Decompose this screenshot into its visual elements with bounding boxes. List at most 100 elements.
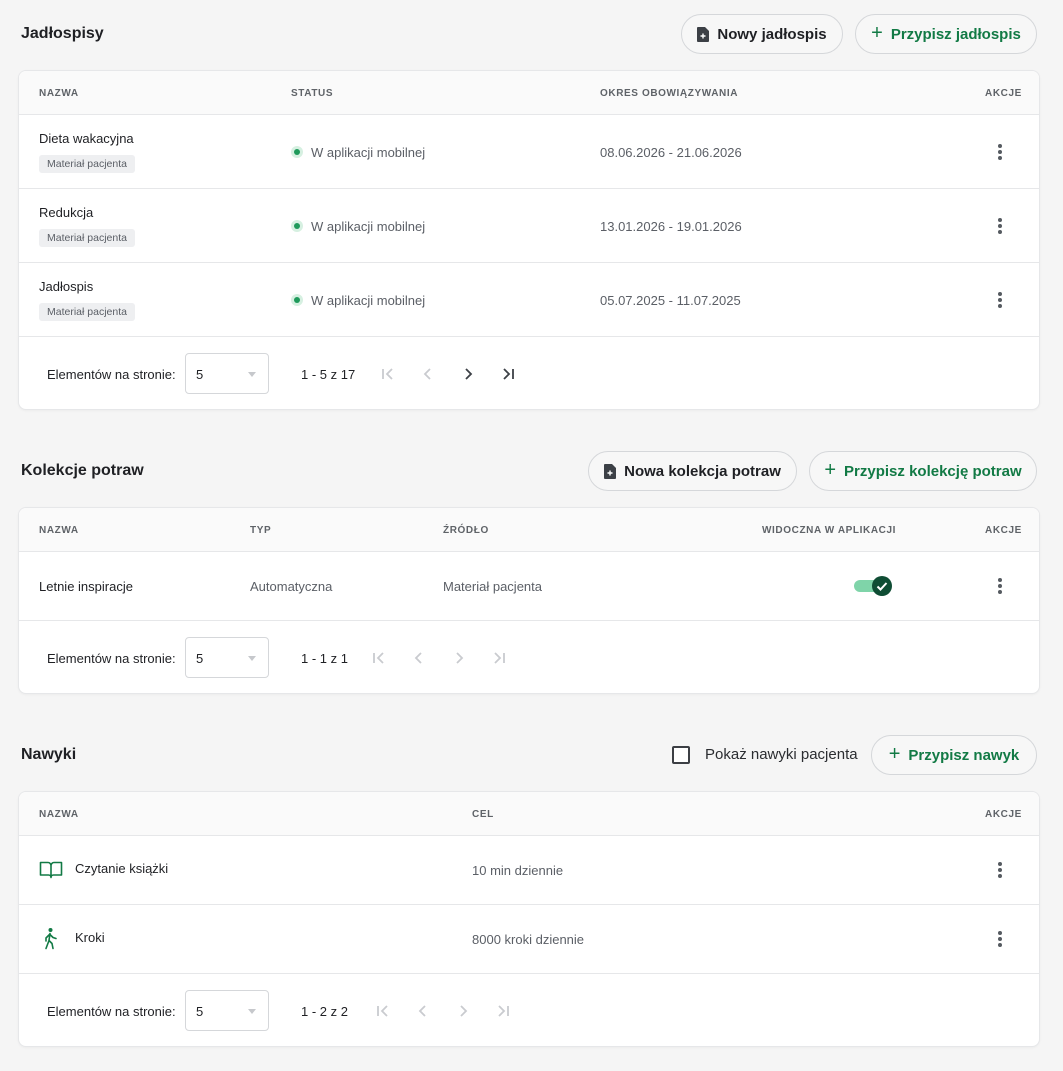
assign-collection-button[interactable]: + Przypisz kolekcję potraw [809,451,1037,491]
collection-source: Materiał pacjenta [443,579,542,594]
more-actions-icon[interactable] [997,292,1003,308]
prev-page-icon[interactable] [410,649,428,667]
plus-icon: + [824,459,837,481]
assign-habit-button-label: Przypisz nawyk [908,746,1020,764]
collections-table-header: NAZWA TYP ŹRÓDŁO WIDOCZNA W APLIKACJI AK… [19,508,1039,552]
per-page-select[interactable]: 5 [185,353,269,394]
status-dot-icon [291,220,303,232]
menu-status: W aplikacji mobilnej [311,293,426,308]
menu-name: Dieta wakacyjna [39,131,134,146]
collection-name: Letnie inspiracje [39,579,133,594]
menus-table-header: NAZWA STATUS OKRES OBOWIĄZYWANIA AKCJE [19,71,1039,115]
new-document-icon [604,463,617,479]
table-row[interactable]: Dieta wakacyjna Materiał pacjenta W apli… [19,115,1039,189]
per-page-value: 5 [196,367,204,382]
per-page-value: 5 [196,1004,204,1019]
menu-name: Redukcja [39,205,94,220]
habits-table-header: NAZWA CEL AKCJE [19,792,1039,836]
col-name: NAZWA [39,88,79,99]
collections-table: NAZWA TYP ŹRÓDŁO WIDOCZNA W APLIKACJI AK… [18,507,1040,694]
pagination: Elementów na stronie: 5 1 - 2 z 2 [19,975,1039,1046]
visible-in-app-toggle[interactable] [854,576,892,596]
menu-period: 13.01.2026 - 19.01.2026 [600,219,742,234]
assign-collection-button-label: Przypisz kolekcję potraw [844,462,1022,480]
collection-type: Automatyczna [250,579,333,594]
more-actions-icon[interactable] [997,931,1003,947]
table-row[interactable]: Redukcja Materiał pacjenta W aplikacji m… [19,189,1039,263]
per-page-select[interactable]: 5 [185,990,269,1031]
col-visible: WIDOCZNA W APLIKACJI [762,525,897,536]
assign-habit-button[interactable]: + Przypisz nawyk [871,735,1037,775]
next-page-icon[interactable] [459,365,477,383]
first-page-icon[interactable] [374,1002,392,1020]
new-collection-button[interactable]: Nowa kolekcja potraw [588,451,797,491]
last-page-icon[interactable] [490,649,508,667]
pagination: Elementów na stronie: 5 1 - 5 z 17 [19,338,1039,409]
more-actions-icon[interactable] [997,144,1003,160]
col-actions: AKCJE [985,809,1022,820]
more-actions-icon[interactable] [997,218,1003,234]
habit-name: Czytanie książki [75,861,169,876]
chevron-down-icon [248,372,256,377]
habits-section-title: Nawyki [21,746,77,763]
col-actions: AKCJE [985,525,1022,536]
plus-icon: + [888,743,901,765]
show-patient-habits-label[interactable]: Pokaż nawyki pacjenta [705,746,858,763]
status-dot-icon [291,294,303,306]
status-dot-icon [291,146,303,158]
prev-page-icon[interactable] [419,365,437,383]
toggle-knob [872,576,892,596]
next-page-icon[interactable] [450,649,468,667]
material-tag: Materiał pacjenta [39,155,135,173]
next-page-icon[interactable] [454,1002,472,1020]
show-patient-habits-checkbox[interactable] [672,746,690,764]
per-page-value: 5 [196,651,204,666]
habit-name: Kroki [75,930,105,945]
per-page-label: Elementów na stronie: [47,1004,176,1019]
more-actions-icon[interactable] [997,862,1003,878]
last-page-icon[interactable] [494,1002,512,1020]
assign-menu-button[interactable]: + Przypisz jadłospis [855,14,1037,54]
more-actions-icon[interactable] [997,578,1003,594]
table-row[interactable]: Kroki 8000 kroki dziennie [19,905,1039,974]
page-range: 1 - 5 z 17 [301,367,356,382]
book-icon [39,861,63,879]
last-page-icon[interactable] [499,365,517,383]
col-type: TYP [250,525,272,536]
prev-page-icon[interactable] [414,1002,432,1020]
per-page-label: Elementów na stronie: [47,367,176,382]
new-menu-button[interactable]: Nowy jadłospis [681,14,843,54]
pagination: Elementów na stronie: 5 1 - 1 z 1 [19,622,1039,693]
page-range: 1 - 2 z 2 [301,1004,348,1019]
menus-table: NAZWA STATUS OKRES OBOWIĄZYWANIA AKCJE D… [18,70,1040,410]
new-collection-button-label: Nowa kolekcja potraw [624,462,781,480]
col-actions: AKCJE [985,88,1022,99]
plus-icon: + [871,22,883,44]
new-menu-button-label: Nowy jadłospis [717,25,827,43]
menu-period: 08.06.2026 - 21.06.2026 [600,145,742,160]
col-period: OKRES OBOWIĄZYWANIA [600,88,739,99]
assign-menu-button-label: Przypisz jadłospis [890,25,1021,43]
new-document-icon [697,26,710,42]
col-name: NAZWA [39,525,79,536]
first-page-icon[interactable] [370,649,388,667]
menu-period: 05.07.2025 - 11.07.2025 [600,293,741,308]
walking-icon [45,928,57,950]
menu-name: Jadłospis [39,279,94,294]
habit-goal: 8000 kroki dziennie [472,932,585,947]
habit-goal: 10 min dziennie [472,863,564,878]
col-goal: CEL [472,809,494,820]
first-page-icon[interactable] [379,365,397,383]
chevron-down-icon [248,1009,256,1014]
material-tag: Materiał pacjenta [39,229,135,247]
table-row[interactable]: Czytanie książki 10 min dziennie [19,836,1039,905]
menus-section-title: Jadłospisy [21,25,104,42]
page-range: 1 - 1 z 1 [301,651,348,666]
check-icon [876,582,888,591]
collections-section-title: Kolekcje potraw [21,462,144,479]
col-name: NAZWA [39,809,79,820]
table-row[interactable]: Letnie inspiracje Automatyczna Materiał … [19,552,1039,621]
menu-status: W aplikacji mobilnej [311,145,426,160]
table-row[interactable]: Jadłospis Materiał pacjenta W aplikacji … [19,263,1039,337]
per-page-select[interactable]: 5 [185,637,269,678]
